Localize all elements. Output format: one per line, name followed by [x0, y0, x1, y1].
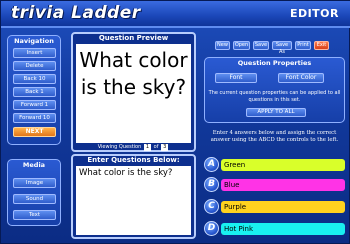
question-text-input[interactable]: What color is the sky?: [76, 166, 191, 235]
answer-row-c: C Purple: [204, 199, 345, 214]
question-preview-title: Question Preview: [98, 34, 169, 42]
question-preview-text: What color is the sky?: [79, 48, 188, 99]
sound-button[interactable]: Sound: [13, 194, 56, 204]
total-questions-number: 3: [161, 144, 169, 151]
text-button[interactable]: Text: [13, 210, 56, 220]
back-10-button[interactable]: Back 10: [13, 74, 56, 84]
mode-label: EDITOR: [289, 7, 339, 20]
media-panel: Media Image Sound Text: [7, 159, 61, 226]
exit-button[interactable]: Exit: [314, 41, 329, 50]
question-counter: Viewing Question 1 of 3: [73, 144, 194, 151]
answer-row-b: B Blue: [204, 177, 345, 192]
enter-question-title: Enter Questions Below:: [87, 156, 180, 164]
answer-b-input[interactable]: Blue: [221, 179, 345, 191]
navigation-title: Navigation: [14, 37, 54, 45]
insert-button[interactable]: Insert: [13, 48, 56, 58]
image-button[interactable]: Image: [13, 178, 56, 188]
back-1-button[interactable]: Back 1: [13, 87, 56, 97]
answer-a-select-button[interactable]: A: [204, 157, 219, 172]
answer-row-d: D Hot Pink: [204, 221, 345, 236]
save-button[interactable]: Save: [253, 41, 269, 50]
new-button[interactable]: New: [215, 41, 230, 50]
current-question-number: 1: [143, 144, 152, 151]
answer-c-select-button[interactable]: C: [204, 199, 219, 214]
enter-question-panel: Enter Questions Below: What color is the…: [71, 154, 196, 239]
answer-b-select-button[interactable]: B: [204, 177, 219, 192]
navigation-panel: Navigation Insert Delete Back 10 Back 1 …: [7, 35, 61, 145]
font-color-button[interactable]: Font Color: [278, 73, 324, 83]
answer-d-input[interactable]: Hot Pink: [221, 223, 345, 235]
viewing-label: Viewing Question: [97, 144, 142, 150]
forward-10-button[interactable]: Forward 10: [13, 113, 56, 123]
answer-row-a: A Green: [204, 157, 345, 172]
of-label: of: [153, 144, 159, 150]
media-title: Media: [22, 161, 46, 169]
next-button[interactable]: NEXT: [13, 127, 56, 137]
print-button[interactable]: Print: [295, 41, 311, 50]
answer-a-input[interactable]: Green: [221, 159, 345, 171]
app-logo: trivia Ladder: [11, 3, 141, 23]
header-bar: trivia Ladder EDITOR: [1, 1, 350, 28]
answer-instructions: Enter 4 answers below and assign the cor…: [210, 130, 339, 143]
properties-description: The current question properties can be a…: [208, 90, 341, 103]
question-properties-title: Question Properties: [237, 59, 312, 67]
answer-c-input[interactable]: Purple: [221, 201, 345, 213]
question-preview-panel: Question Preview What color is the sky? …: [71, 32, 196, 152]
apply-to-all-button[interactable]: APPLY TO ALL: [246, 108, 306, 117]
question-preview-area: What color is the sky?: [76, 44, 191, 143]
forward-1-button[interactable]: Forward 1: [13, 100, 56, 110]
open-button[interactable]: Open: [233, 41, 250, 50]
font-button[interactable]: Font: [215, 73, 257, 83]
answer-d-select-button[interactable]: D: [204, 221, 219, 236]
trivia-ladder-editor-window: trivia Ladder EDITOR Navigation Insert D…: [0, 0, 350, 244]
save-as-button[interactable]: Save As: [272, 41, 292, 55]
delete-button[interactable]: Delete: [13, 61, 56, 71]
